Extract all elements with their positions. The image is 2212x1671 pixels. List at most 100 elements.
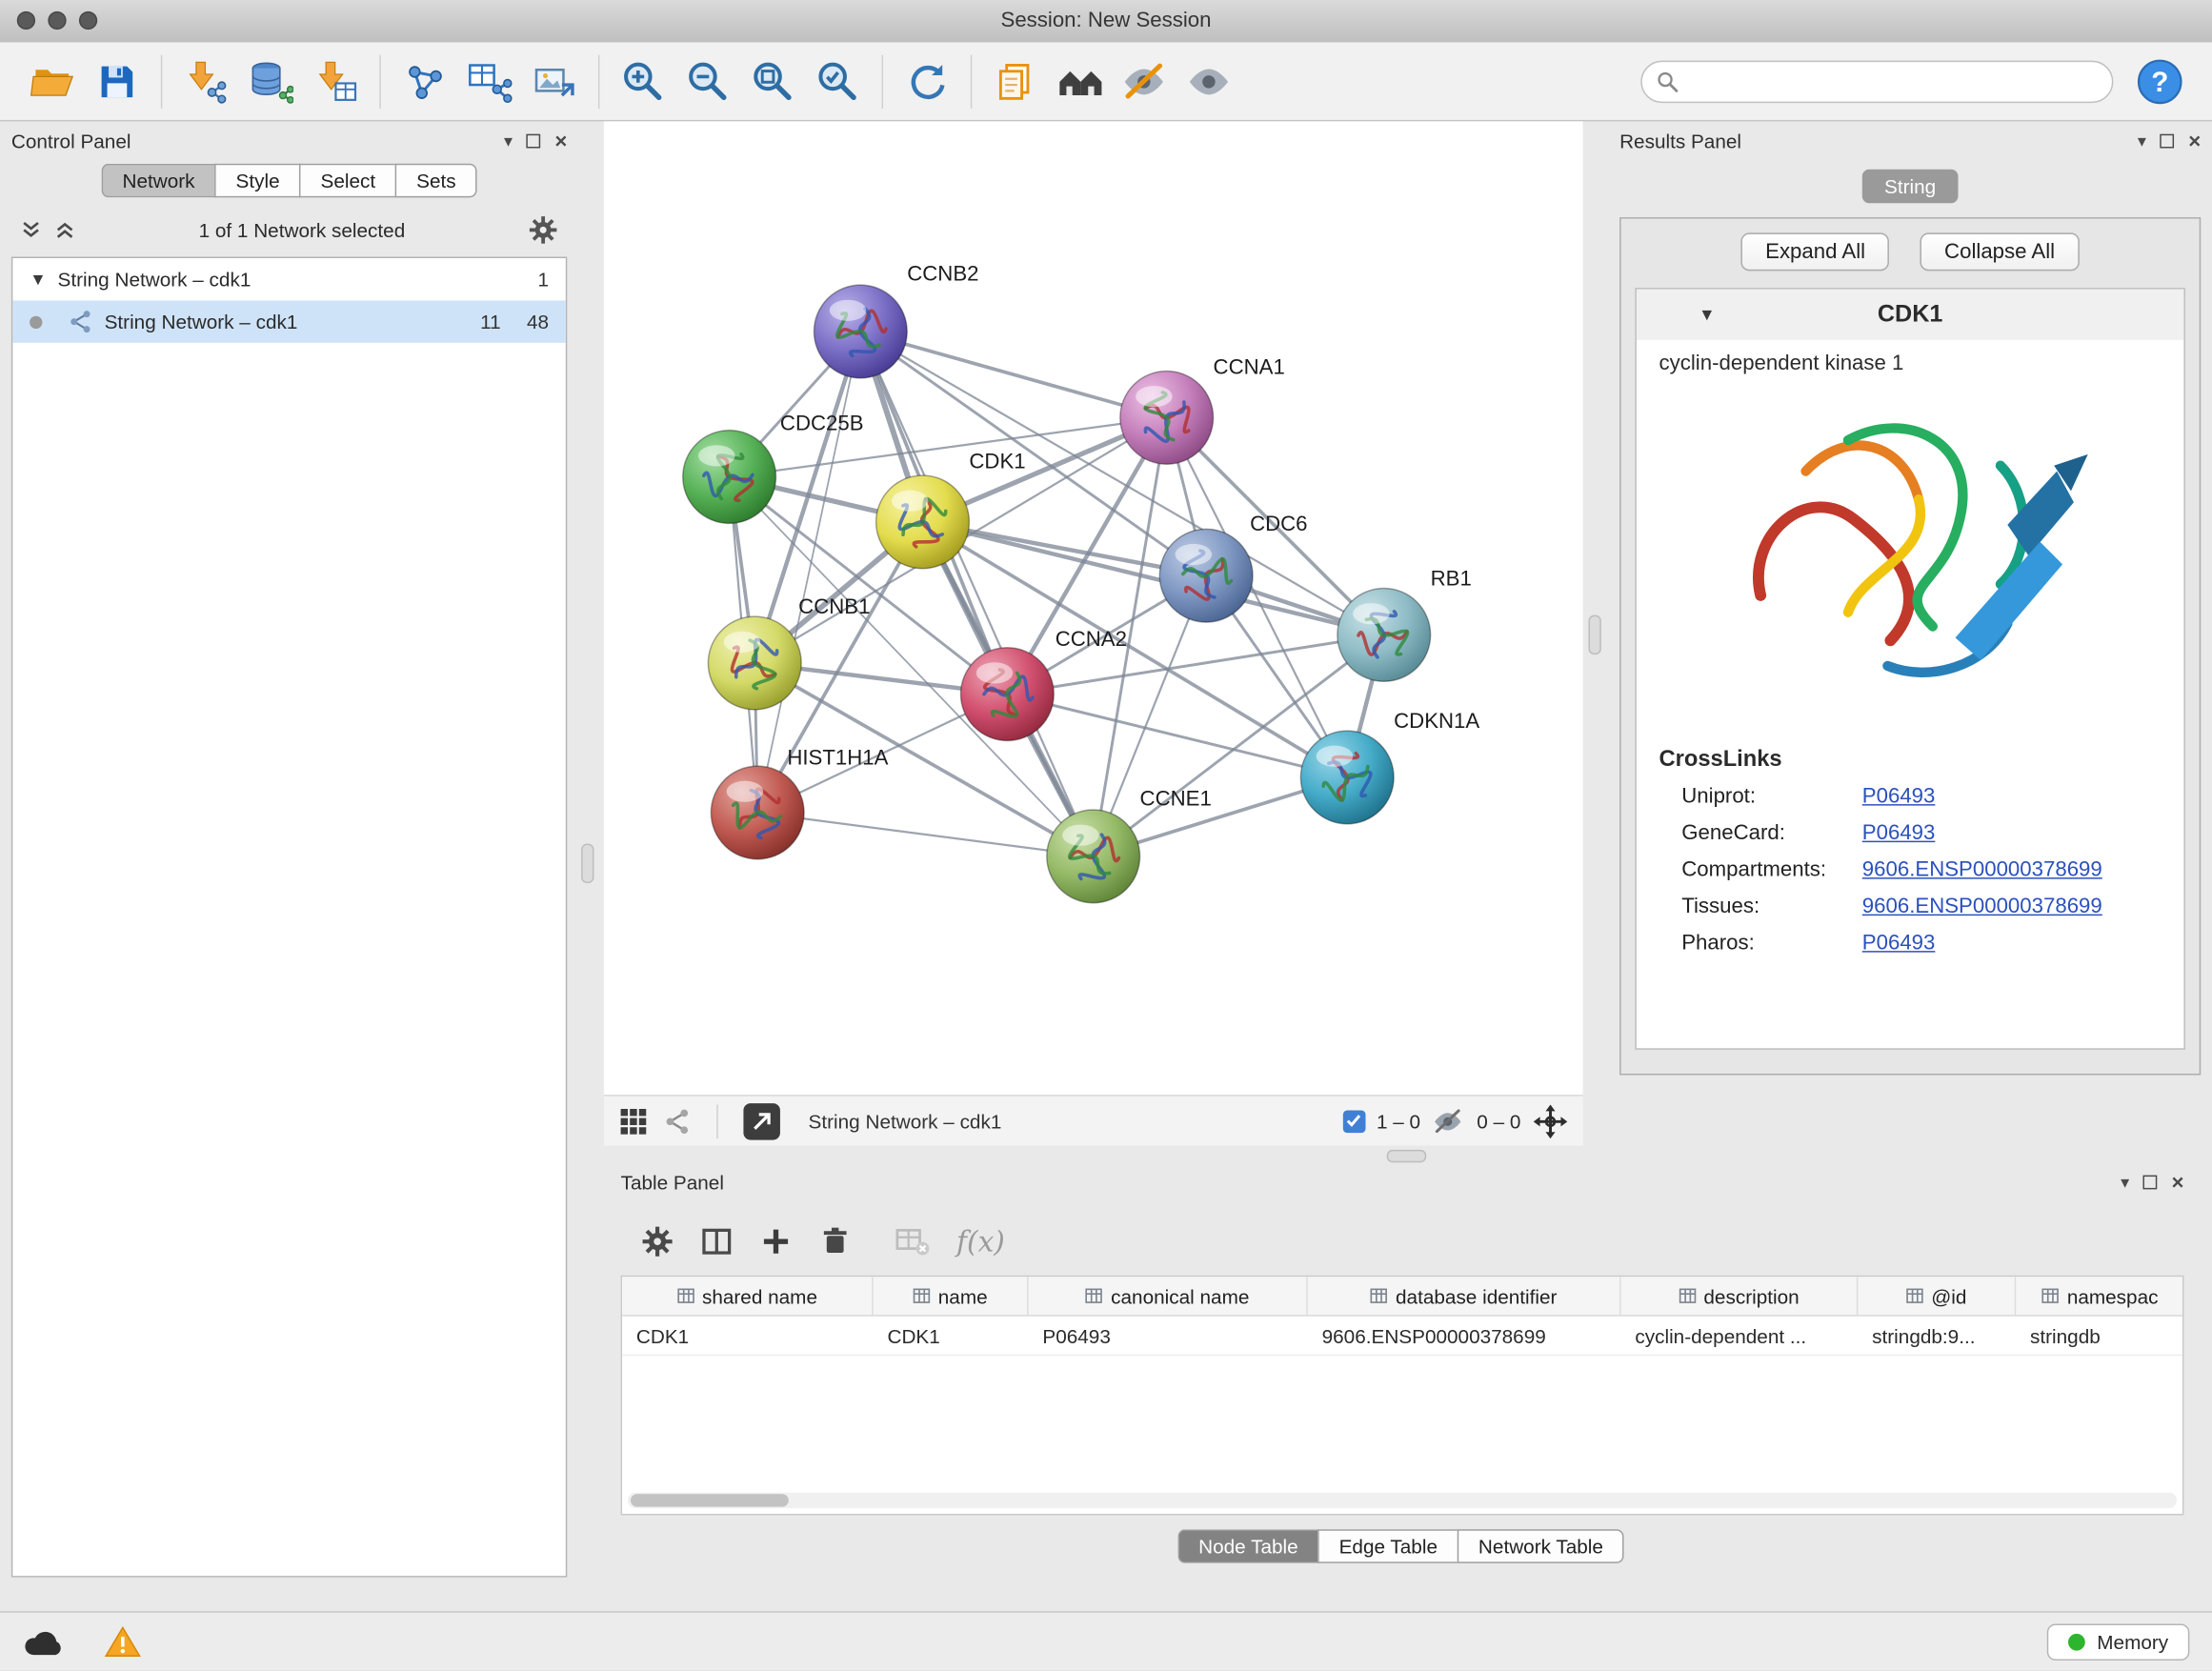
export-image-button[interactable] <box>522 50 587 112</box>
tab-style[interactable]: Style <box>214 164 299 198</box>
zoom-selected-button[interactable] <box>806 50 871 112</box>
network-node-CCNB1[interactable] <box>708 616 801 710</box>
column-header-description[interactable]: description <box>1621 1277 1859 1315</box>
network-node-RB1[interactable] <box>1337 589 1431 682</box>
memory-button[interactable]: Memory <box>2047 1623 2189 1661</box>
results-panel-close-icon[interactable]: × <box>2188 131 2201 151</box>
save-session-button[interactable] <box>85 50 150 112</box>
search-box[interactable] <box>1640 60 2113 102</box>
network-canvas[interactable]: CCNB2CCNA1CDC25BCDK1CDC6RB1CCNB1CCNA2CDK… <box>604 121 1583 1095</box>
tab-sets[interactable]: Sets <box>395 164 477 198</box>
table-cell[interactable]: P06493 <box>1029 1317 1308 1355</box>
network-node-HIST1H1A[interactable] <box>711 766 804 859</box>
tab-string[interactable]: String <box>1861 170 1959 204</box>
network-row[interactable]: String Network – cdk1 11 48 <box>12 300 566 342</box>
network-glyph-icon[interactable] <box>663 1107 692 1136</box>
open-file-button[interactable] <box>20 50 85 112</box>
column-header-@id[interactable]: @id <box>1858 1277 2016 1315</box>
tab-edge-table[interactable]: Edge Table <box>1317 1529 1457 1563</box>
table-panel-float-icon[interactable] <box>2143 1176 2158 1190</box>
tree-expander-icon[interactable]: ▼ <box>30 270 47 290</box>
table-row[interactable]: CDK1CDK1P064939606.ENSP00000378699cyclin… <box>622 1317 2182 1356</box>
network-edge[interactable] <box>860 332 1166 417</box>
help-button[interactable]: ? <box>2127 50 2192 112</box>
table-cell[interactable]: CDK1 <box>874 1317 1029 1355</box>
network-node-CDK1[interactable] <box>876 475 970 569</box>
left-splitter-handle[interactable] <box>581 844 593 883</box>
control-panel-close-icon[interactable]: × <box>554 131 567 151</box>
column-header-name[interactable]: name <box>874 1277 1029 1315</box>
column-header-namespac[interactable]: namespac <box>2016 1277 2183 1315</box>
column-header-database-identifier[interactable]: database identifier <box>1308 1277 1621 1315</box>
control-panel-menu-icon[interactable]: ▾ <box>504 131 513 151</box>
results-panel-menu-icon[interactable]: ▾ <box>2138 131 2146 151</box>
crosslink-link[interactable]: 9606.ENSP00000378699 <box>1862 855 2102 886</box>
zoom-fit-button[interactable] <box>740 50 805 112</box>
collapse-all-button[interactable]: Collapse All <box>1920 232 2079 271</box>
table-panel-close-icon[interactable]: × <box>2171 1172 2183 1193</box>
warning-icon[interactable] <box>105 1624 142 1659</box>
network-node-CDC25B[interactable] <box>683 431 776 524</box>
search-input[interactable] <box>1687 69 2098 94</box>
tab-network[interactable]: Network <box>101 164 214 198</box>
table-cell[interactable]: CDK1 <box>622 1317 874 1355</box>
table-cell[interactable]: stringdb:9... <box>1858 1317 2016 1355</box>
hide-graphics-details-button[interactable] <box>1113 50 1177 112</box>
network-edge[interactable] <box>757 332 860 813</box>
crosslink-link[interactable]: P06493 <box>1862 818 1936 850</box>
network-edge[interactable] <box>757 813 1093 856</box>
network-node-CCNA2[interactable] <box>960 648 1054 741</box>
new-network-button[interactable] <box>392 50 457 112</box>
tab-select[interactable]: Select <box>299 164 395 198</box>
zoom-out-button[interactable] <box>675 50 740 112</box>
selected-checkbox[interactable] <box>1342 1110 1365 1133</box>
network-node-CDC6[interactable] <box>1159 529 1253 622</box>
cloud-icon[interactable] <box>23 1626 65 1658</box>
control-panel-float-icon[interactable] <box>527 134 541 149</box>
table-cell[interactable]: stringdb <box>2016 1317 2183 1355</box>
tab-network-table[interactable]: Network Table <box>1458 1529 1624 1563</box>
column-header-canonical-name[interactable]: canonical name <box>1029 1277 1308 1315</box>
table-cell[interactable]: cyclin-dependent ... <box>1621 1317 1859 1355</box>
network-collection-row[interactable]: ▼ String Network – cdk1 1 <box>12 258 566 300</box>
export-network-button[interactable] <box>743 1102 780 1139</box>
expand-all-tree-icon[interactable] <box>53 219 76 242</box>
column-header-shared-name[interactable]: shared name <box>622 1277 874 1315</box>
scrollbar-thumb[interactable] <box>631 1494 789 1506</box>
section-expander-icon[interactable]: ▼ <box>1699 305 1716 325</box>
show-columns-icon[interactable] <box>700 1224 734 1258</box>
expand-all-button[interactable]: Expand All <box>1741 232 1889 271</box>
crosslink-link[interactable]: P06493 <box>1862 781 1936 813</box>
refresh-layout-button[interactable] <box>895 50 959 112</box>
network-node-CDKN1A[interactable] <box>1300 731 1394 824</box>
import-network-database-button[interactable] <box>238 50 303 112</box>
new-network-from-table-button[interactable] <box>457 50 522 112</box>
network-edge[interactable] <box>860 332 1093 856</box>
import-table-file-button[interactable] <box>303 50 368 112</box>
home-view-button[interactable] <box>1048 50 1113 112</box>
network-node-CCNA1[interactable] <box>1120 371 1214 464</box>
collapse-all-tree-icon[interactable] <box>20 219 43 242</box>
import-network-file-button[interactable] <box>173 50 238 112</box>
results-panel-float-icon[interactable] <box>2161 134 2175 149</box>
bottom-splitter-handle[interactable] <box>1387 1150 1426 1162</box>
horizontal-scrollbar[interactable] <box>628 1493 2177 1508</box>
string-network-graph[interactable]: CCNB2CCNA1CDC25BCDK1CDC6RB1CCNB1CCNA2CDK… <box>604 121 1583 1095</box>
crosslink-link[interactable]: 9606.ENSP00000378699 <box>1862 892 2102 923</box>
right-splitter-handle[interactable] <box>1588 615 1600 654</box>
table-cell[interactable]: 9606.ENSP00000378699 <box>1308 1317 1621 1355</box>
pan-move-icon[interactable] <box>1532 1102 1569 1139</box>
network-node-CCNB2[interactable] <box>814 285 907 378</box>
tab-node-table[interactable]: Node Table <box>1177 1529 1317 1563</box>
zoom-in-button[interactable] <box>611 50 675 112</box>
birds-eye-view-icon[interactable] <box>618 1105 650 1137</box>
network-node-CCNE1[interactable] <box>1047 810 1140 903</box>
gene-section-header[interactable]: ▼ CDK1 <box>1637 290 2184 340</box>
network-options-gear-icon[interactable] <box>528 214 559 246</box>
table-settings-gear-icon[interactable] <box>640 1224 674 1258</box>
table-panel-menu-icon[interactable]: ▾ <box>2121 1173 2129 1193</box>
annotations-button[interactable] <box>983 50 1048 112</box>
crosslink-link[interactable]: P06493 <box>1862 928 1936 959</box>
show-graphics-details-button[interactable] <box>1178 50 1243 112</box>
add-column-plus-icon[interactable] <box>759 1224 794 1258</box>
